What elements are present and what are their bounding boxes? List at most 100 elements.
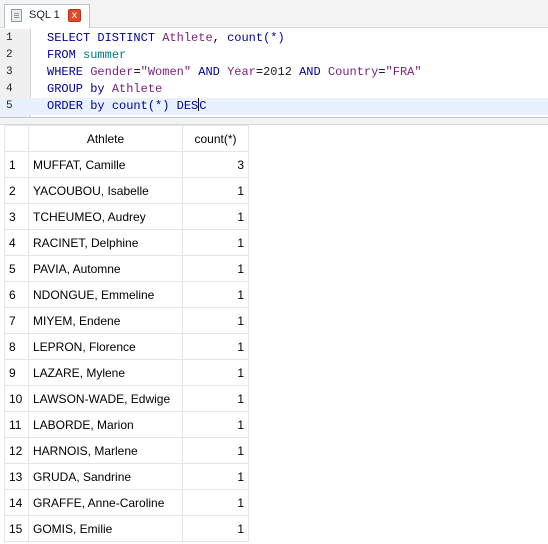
sql-keyword: AND [299, 65, 321, 79]
sql-function: count(*) [111, 99, 170, 113]
sql-string: "FRA" [385, 65, 422, 79]
line-number: 2 [6, 49, 13, 61]
result-grid: Athlete count(*) 1 MUFFAT, Camille 3 2 YACOU… [4, 125, 249, 542]
grid-header-row: Athlete count(*) [4, 125, 249, 152]
table-row[interactable]: 12 HARNOIS, Marlene 1 [4, 437, 249, 464]
line-number: 5 [6, 100, 13, 112]
cell-athlete[interactable]: NDONGUE, Emmeline [28, 281, 183, 308]
close-icon[interactable]: x [68, 9, 81, 22]
row-number[interactable]: 14 [4, 489, 29, 516]
table-row[interactable]: 8 LEPRON, Florence 1 [4, 333, 249, 360]
cell-count[interactable]: 1 [182, 515, 249, 542]
cell-athlete[interactable]: MUFFAT, Camille [28, 151, 183, 178]
cell-count[interactable]: 1 [182, 463, 249, 490]
row-number[interactable]: 12 [4, 437, 29, 464]
sql-keyword: SELECT DISTINCT [47, 31, 156, 45]
sql-keyword: GROUP by [47, 82, 105, 96]
table-row[interactable]: 10 LAWSON-WADE, Edwige 1 [4, 385, 249, 412]
cell-athlete[interactable]: PAVIA, Automne [28, 255, 183, 282]
sql-keyword: WHERE [47, 65, 84, 79]
table-row[interactable]: 13 GRUDA, Sandrine 1 [4, 463, 249, 490]
cell-athlete[interactable]: YACOUBOU, Isabelle [28, 177, 183, 204]
row-number[interactable]: 6 [4, 281, 29, 308]
column-header-athlete[interactable]: Athlete [28, 125, 183, 152]
table-row[interactable]: 3 TCHEUMEO, Audrey 1 [4, 203, 249, 230]
cell-count[interactable]: 1 [182, 437, 249, 464]
code-line-4[interactable]: 4 GROUP by Athlete [0, 81, 548, 98]
code-line-5[interactable]: 5 ORDER by count(*) DESC [0, 98, 548, 115]
code-line-1[interactable]: 1 SELECT DISTINCT Athlete, count(*) [0, 30, 548, 47]
sql-function: count(*) [227, 31, 285, 45]
sql-keyword: DES [176, 99, 199, 113]
cell-count[interactable]: 1 [182, 307, 249, 334]
row-number[interactable]: 3 [4, 203, 29, 230]
cell-count[interactable]: 1 [182, 177, 249, 204]
sql-identifier: Athlete [111, 82, 163, 96]
row-number[interactable]: 8 [4, 333, 29, 360]
table-row[interactable]: 5 PAVIA, Automne 1 [4, 255, 249, 282]
row-number[interactable]: 15 [4, 515, 29, 542]
code-line-2[interactable]: 2 FROM summer [0, 47, 548, 64]
sql-editor[interactable]: 1 SELECT DISTINCT Athlete, count(*) 2 FR… [0, 29, 548, 118]
cell-count[interactable]: 1 [182, 255, 249, 282]
column-header-count[interactable]: count(*) [182, 125, 249, 152]
sql-operator: = [133, 65, 141, 79]
row-number[interactable]: 1 [4, 151, 29, 178]
row-number-header [4, 125, 29, 152]
sql-file-icon [11, 9, 22, 22]
code-line-3[interactable]: 3 WHERE Gender="Women" AND Year=2012 AND… [0, 64, 548, 81]
cell-count[interactable]: 1 [182, 281, 249, 308]
cell-count[interactable]: 1 [182, 229, 249, 256]
table-row[interactable]: 4 RACINET, Delphine 1 [4, 229, 249, 256]
cell-count[interactable]: 1 [182, 489, 249, 516]
row-number[interactable]: 10 [4, 385, 29, 412]
cell-athlete[interactable]: HARNOIS, Marlene [28, 437, 183, 464]
tab-sql-1[interactable]: SQL 1 x [4, 4, 90, 28]
sql-punct: , [212, 31, 228, 45]
cell-athlete[interactable]: RACINET, Delphine [28, 229, 183, 256]
cell-count[interactable]: 1 [182, 359, 249, 386]
cell-count[interactable]: 1 [182, 333, 249, 360]
cell-athlete[interactable]: GOMIS, Emilie [28, 515, 183, 542]
cell-athlete[interactable]: LAWSON-WADE, Edwige [28, 385, 183, 412]
sql-identifier: Athlete [162, 31, 213, 45]
row-number[interactable]: 11 [4, 411, 29, 438]
row-number[interactable]: 9 [4, 359, 29, 386]
cell-athlete[interactable]: TCHEUMEO, Audrey [28, 203, 183, 230]
row-number[interactable]: 2 [4, 177, 29, 204]
cell-athlete[interactable]: LEPRON, Florence [28, 333, 183, 360]
grid-body: 1 MUFFAT, Camille 3 2 YACOUBOU, Isabelle 1 3 TC… [4, 151, 249, 542]
cell-count[interactable]: 1 [182, 411, 249, 438]
line-number: 3 [6, 66, 13, 78]
table-row[interactable]: 2 YACOUBOU, Isabelle 1 [4, 177, 249, 204]
cell-count[interactable]: 1 [182, 203, 249, 230]
cell-athlete[interactable]: LABORDE, Marion [28, 411, 183, 438]
cell-count[interactable]: 1 [182, 385, 249, 412]
table-row[interactable]: 15 GOMIS, Emilie 1 [4, 515, 249, 542]
row-number[interactable]: 13 [4, 463, 29, 490]
table-row[interactable]: 7 MIYEM, Endene 1 [4, 307, 249, 334]
cell-count[interactable]: 3 [182, 151, 249, 178]
sql-operator: = [255, 65, 264, 79]
line-number: 1 [6, 32, 13, 44]
table-row[interactable]: 11 LABORDE, Marion 1 [4, 411, 249, 438]
cell-athlete[interactable]: GRUDA, Sandrine [28, 463, 183, 490]
sql-number: 2012 [263, 65, 292, 79]
row-number[interactable]: 4 [4, 229, 29, 256]
sql-operator: = [378, 65, 386, 79]
table-row[interactable]: 1 MUFFAT, Camille 3 [4, 151, 249, 178]
sql-string: "Women" [140, 65, 192, 79]
table-row[interactable]: 6 NDONGUE, Emmeline 1 [4, 281, 249, 308]
sql-keyword: FROM [47, 48, 76, 62]
sql-keyword: ORDER by [47, 99, 105, 113]
table-row[interactable]: 9 LAZARE, Mylene 1 [4, 359, 249, 386]
cell-athlete[interactable]: MIYEM, Endene [28, 307, 183, 334]
sql-identifier: Country [327, 65, 379, 79]
row-number[interactable]: 5 [4, 255, 29, 282]
cell-athlete[interactable]: GRAFFE, Anne-Caroline [28, 489, 183, 516]
pane-splitter[interactable] [0, 118, 548, 125]
cell-athlete[interactable]: LAZARE, Mylene [28, 359, 183, 386]
line-number: 4 [6, 83, 13, 95]
row-number[interactable]: 7 [4, 307, 29, 334]
table-row[interactable]: 14 GRAFFE, Anne-Caroline 1 [4, 489, 249, 516]
